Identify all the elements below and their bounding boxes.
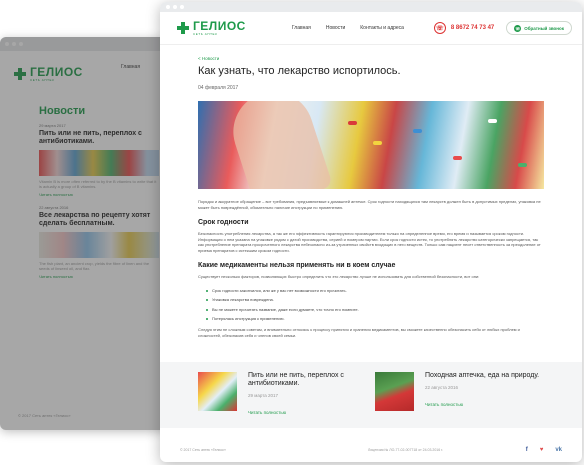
brand-logo[interactable]: ГЕЛИОС СЕТЬ АПТЕК xyxy=(177,20,246,36)
related-title[interactable]: Походная аптечка, еда на природу. xyxy=(425,372,539,380)
site-footer: © 2017 Сеть аптек «Гелиос» Лицензия № ЛО… xyxy=(160,438,582,462)
related-news-card[interactable]: Походная аптечка, еда на природу. 22 авг… xyxy=(375,372,544,428)
brand-name: ГЕЛИОС xyxy=(193,19,246,33)
brand-tagline: СЕТЬ АПТЕК xyxy=(193,32,218,36)
article-title: Как узнать, что лекарство испортилось. xyxy=(198,65,401,77)
screen: ГЕЛИОС СЕТЬ АПТЕК Главная Новости 29 мар… xyxy=(0,0,584,465)
window-dot xyxy=(173,5,177,9)
warning-list: Срок годности закончился, или же у вас н… xyxy=(198,288,544,323)
footer-license: Лицензия № ЛО-77-02-007718 от 24.03.2016… xyxy=(368,448,443,452)
menu-item-news[interactable]: Новости xyxy=(326,25,345,31)
list-item: Срок годности закончился, или же у вас н… xyxy=(206,288,544,294)
pill-shape xyxy=(518,163,527,167)
pill-shape xyxy=(413,129,422,133)
article-closing: Следуя этим не сложным советам, и внимат… xyxy=(198,327,520,338)
background-browser-window: ГЕЛИОС СЕТЬ АПТЕК Главная Новости 29 мар… xyxy=(0,37,168,430)
callback-label: Обратный звонок xyxy=(524,25,564,31)
pill-shape xyxy=(453,156,462,160)
window-dot xyxy=(166,5,170,9)
callback-button[interactable]: ☏ Обратный звонок xyxy=(506,21,572,35)
pharmacy-cross-icon xyxy=(177,22,189,34)
vk-icon[interactable]: vk xyxy=(555,447,562,453)
phone-text: 8 8672 74 73 47 xyxy=(450,25,495,31)
phone-number[interactable]: ☏ 8 8672 74 73 47 xyxy=(433,22,495,34)
breadcrumb-news-link[interactable]: < Новости xyxy=(198,56,544,61)
phone-icon: ☏ xyxy=(433,22,446,34)
article: < Новости Как узнать, что лекарство испо… xyxy=(160,56,582,338)
menu-item-home[interactable]: Главная xyxy=(292,25,311,31)
related-news-card[interactable]: Пить или не пить, переплох с антибиотика… xyxy=(198,372,367,428)
list-item: Упаковка лекарства повреждена. xyxy=(206,297,544,303)
window-dot xyxy=(180,5,184,9)
section-text: Безопасность употребления лекарства, а т… xyxy=(198,231,541,253)
related-date: 22 августа 2016 xyxy=(425,385,459,390)
related-news: Пить или не пить, переплох с антибиотика… xyxy=(160,362,582,428)
pill-shape xyxy=(488,119,497,123)
list-item: Вы не можете прочитать название, даже ес… xyxy=(206,307,544,313)
list-item: Потерялась инструкция к применению. xyxy=(206,316,544,322)
article-hero-image xyxy=(198,101,544,189)
read-more-link[interactable]: Читать полностью xyxy=(425,402,539,407)
related-thumbnail[interactable] xyxy=(375,372,414,411)
article-date: 04 февраля 2017 xyxy=(198,85,239,91)
pill-shape xyxy=(348,121,357,125)
section-heading: Срок годности xyxy=(198,219,249,226)
facebook-icon[interactable]: f xyxy=(526,447,528,453)
window-titlebar xyxy=(160,2,582,12)
main-menu: Главная Новости Контакты и адреса xyxy=(292,25,404,31)
menu-item-contacts[interactable]: Контакты и адреса xyxy=(360,25,404,31)
section-heading: Какие медикаменты нельзя применять ни в … xyxy=(198,262,396,269)
dim-overlay xyxy=(0,37,168,430)
article-intro: Порядок и аккуратное обращение – вот тре… xyxy=(198,199,541,210)
hand-image-detail xyxy=(222,101,334,189)
instagram-icon[interactable]: ♥ xyxy=(540,447,544,453)
foreground-browser-window: ГЕЛИОС СЕТЬ АПТЕК Главная Новости Контак… xyxy=(160,2,582,462)
related-thumbnail[interactable] xyxy=(198,372,237,411)
social-links: f ♥ vk xyxy=(526,447,562,453)
footer-copyright: © 2017 Сеть аптек «Гелиос» xyxy=(180,448,227,452)
related-title[interactable]: Пить или не пить, переплох с антибиотика… xyxy=(248,372,367,388)
phone-icon: ☏ xyxy=(514,24,522,32)
site-header: ГЕЛИОС СЕТЬ АПТЕК Главная Новости Контак… xyxy=(160,12,582,45)
read-more-link[interactable]: Читать полностью xyxy=(248,410,367,415)
related-date: 29 марта 2017 xyxy=(248,393,279,398)
pill-shape xyxy=(373,141,382,145)
section-text: Существует несколько факторов, позволяющ… xyxy=(198,274,480,279)
